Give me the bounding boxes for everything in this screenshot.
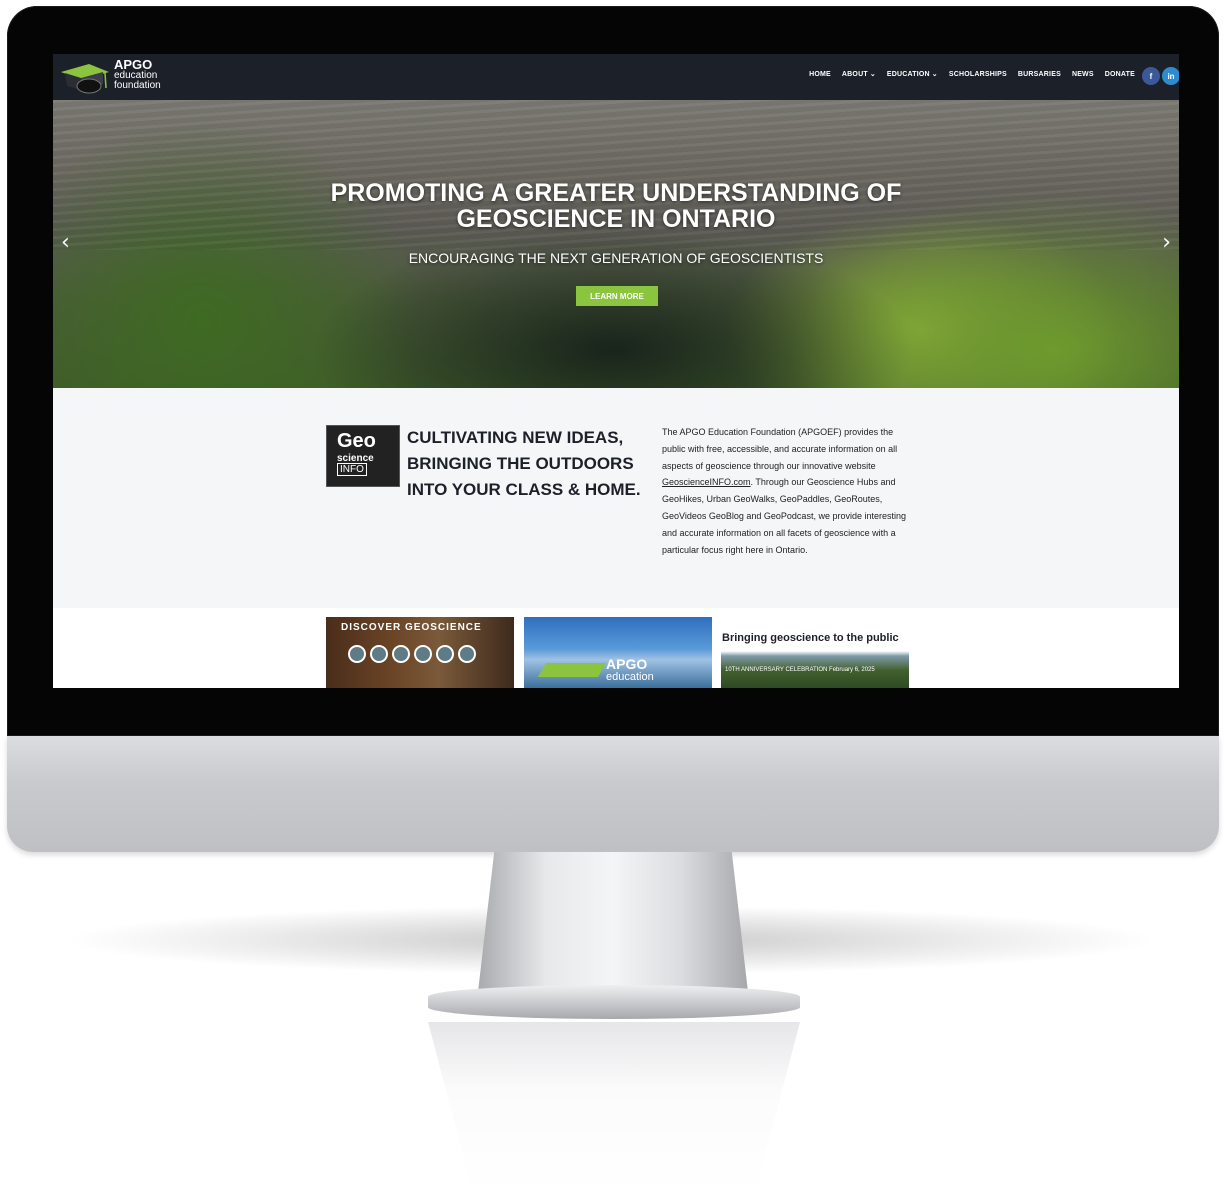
nav-item-scholarships[interactable]: SCHOLARSHIPS bbox=[949, 70, 1007, 78]
hero-title: PROMOTING A GREATER UNDERSTANDING OF GEO… bbox=[53, 180, 1179, 232]
main-nav-menu: HOME ABOUT ⌄ EDUCATION ⌄ SCHOLARSHIPS BURS… bbox=[809, 70, 1135, 79]
geoscience-info-logo[interactable]: Geo science INFO bbox=[326, 425, 400, 487]
chevron-right-icon[interactable]: › bbox=[1162, 230, 1171, 255]
card-logo-line-2: education bbox=[606, 671, 654, 683]
chevron-down-icon: ⌄ bbox=[931, 71, 938, 78]
monitor-stand-neck bbox=[478, 852, 748, 992]
hero-subtitle: ENCOURAGING THE NEXT GENERATION OF GEOSC… bbox=[408, 250, 824, 266]
map-icon bbox=[458, 645, 476, 663]
nav-item-label: EDUCATION bbox=[886, 70, 930, 78]
hero-title-line-1: PROMOTING A GREATER UNDERSTANDING OF bbox=[330, 179, 902, 207]
landform-icon bbox=[414, 645, 432, 663]
logo-line-3: foundation bbox=[114, 80, 161, 91]
intro-paragraph: The APGO Education Foundation (APGOEF) p… bbox=[662, 424, 914, 558]
chevron-down-icon: ⌄ bbox=[869, 71, 876, 78]
discover-geoscience-card[interactable]: DISCOVER GEOSCIENCE bbox=[326, 617, 514, 688]
graduation-cap-icon bbox=[537, 663, 607, 677]
website-screen: APGO education foundation HOME ABOUT ⌄ ED… bbox=[53, 54, 1179, 688]
chevron-left-icon[interactable]: ‹ bbox=[61, 230, 70, 255]
linkedin-icon[interactable]: in bbox=[1162, 67, 1179, 85]
geoscience-icon-row bbox=[348, 645, 476, 663]
learn-more-button[interactable]: LEARN MORE bbox=[576, 286, 658, 306]
nav-item-label: BURSARIES bbox=[1017, 70, 1061, 78]
stand-reflection bbox=[428, 1022, 800, 1192]
anniversary-card[interactable]: Bringing geoscience to the public 10TH A… bbox=[721, 617, 909, 688]
rock-icon bbox=[370, 645, 388, 663]
intro-text-part-1: The APGO Education Foundation (APGOEF) p… bbox=[662, 427, 898, 471]
hero-slider: PROMOTING A GREATER UNDERSTANDING OF GEO… bbox=[53, 100, 1179, 388]
card-subtitle: 10TH ANNIVERSARY CELEBRATION February 6,… bbox=[725, 667, 875, 673]
monitor-stand-base bbox=[428, 985, 800, 1019]
card-title: Bringing geoscience to the public bbox=[722, 632, 899, 644]
fossil-icon bbox=[392, 645, 410, 663]
nav-item-news[interactable]: NEWS bbox=[1072, 70, 1094, 78]
nav-item-label: NEWS bbox=[1071, 70, 1094, 78]
nav-item-bursaries[interactable]: BURSARIES bbox=[1018, 70, 1061, 78]
geoscienceinfo-link[interactable]: GeoscienceINFO.com bbox=[662, 477, 751, 487]
feature-cards-row: DISCOVER GEOSCIENCE APGO education Bring… bbox=[53, 608, 1179, 688]
card-logo-text: APGO education bbox=[606, 657, 654, 683]
nav-item-home[interactable]: HOME bbox=[809, 70, 831, 78]
facebook-icon[interactable]: f bbox=[1142, 67, 1160, 85]
intro-heading: CULTIVATING NEW IDEAS, BRINGING THE OUTD… bbox=[407, 428, 641, 499]
monitor-chin bbox=[7, 736, 1219, 852]
intro-text-part-2: . Through our Geoscience Hubs and GeoHik… bbox=[662, 477, 906, 555]
water-icon bbox=[436, 645, 454, 663]
hero-title-line-2: GEOSCIENCE IN ONTARIO bbox=[456, 205, 776, 233]
nav-item-education[interactable]: EDUCATION ⌄ bbox=[886, 70, 938, 79]
intro-section: Geo science INFO CULTIVATING NEW IDEAS, … bbox=[53, 388, 1179, 608]
nav-item-label: DONATE bbox=[1104, 70, 1135, 78]
card-logo-line-1: APGO bbox=[606, 656, 648, 672]
site-logo-text[interactable]: APGO education foundation bbox=[114, 58, 161, 91]
graduation-cap-logo-icon[interactable] bbox=[59, 60, 111, 96]
nav-item-donate[interactable]: DONATE bbox=[1105, 70, 1135, 78]
nav-item-label: SCHOLARSHIPS bbox=[948, 70, 1007, 78]
nav-item-label: HOME bbox=[809, 70, 831, 78]
top-navbar: APGO education foundation HOME ABOUT ⌄ ED… bbox=[53, 54, 1179, 100]
mineral-icon bbox=[348, 645, 366, 663]
card-title: DISCOVER GEOSCIENCE bbox=[341, 622, 482, 633]
info-logo-word: INFO bbox=[337, 463, 367, 476]
nav-item-label: ABOUT bbox=[841, 70, 868, 78]
nav-item-about[interactable]: ABOUT ⌄ bbox=[841, 70, 876, 79]
geo-logo-word: Geo bbox=[337, 430, 376, 452]
apgo-education-card[interactable]: APGO education bbox=[524, 617, 712, 688]
